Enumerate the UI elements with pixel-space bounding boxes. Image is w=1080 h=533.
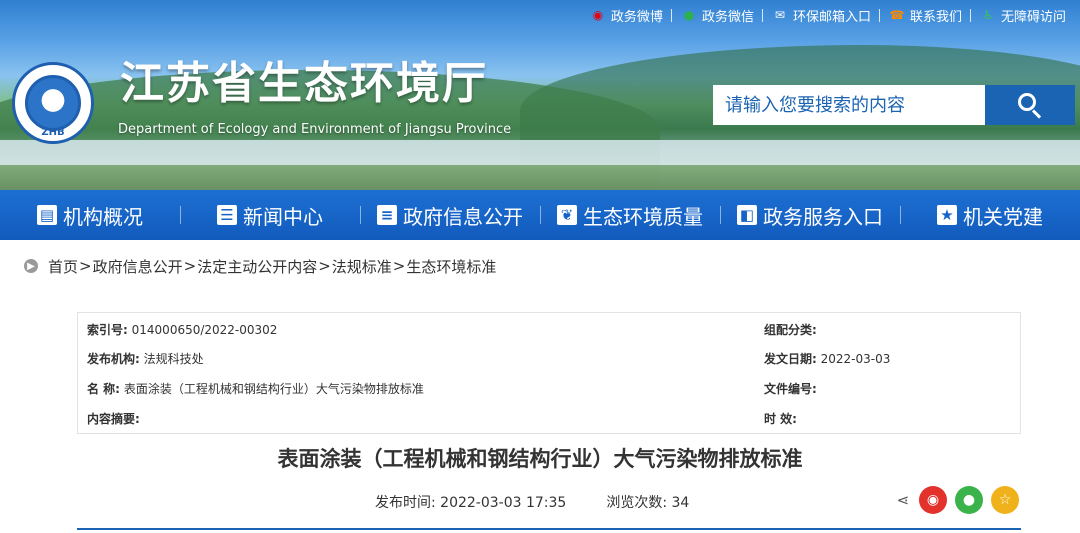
doc-number-label: 文件编号: [764,382,817,396]
nav-item-gov-info[interactable]: ≡ 政府信息公开 [360,190,540,240]
publisher-label: 发布机构: [87,352,140,366]
name-value: 表面涂装（工程机械和钢结构行业）大气污染物排放标准 [123,382,424,396]
book-icon: ◧ [737,205,757,225]
search-button[interactable] [985,85,1075,125]
publish-time-label: 发布时间: [375,495,436,511]
index-value: 014000650/2022-00302 [131,323,278,337]
party-emblem-icon: ★ [937,205,957,225]
divider [77,528,1021,530]
index-label: 索引号: [87,323,128,337]
meta-row: 名 称: 表面涂装（工程机械和钢结构行业）大气污染物排放标准 文件编号: [78,380,1020,400]
article-info: 发布时间: 2022-03-03 17:35 浏览次数: 34 [375,492,689,512]
search-input[interactable] [713,85,985,125]
search-icon [1018,93,1042,119]
summary-label: 内容摘要: [87,412,140,426]
breadcrumb-statutory[interactable]: 法定主动公开内容 [197,256,317,277]
publish-time: 2022-03-03 17:35 [440,495,567,511]
views-count: 34 [671,495,690,511]
document-metadata: 索引号: 014000650/2022-00302 组配分类: 发布机构: 法规… [77,312,1021,434]
header-banner: ◉ 政务微博 ● 政务微信 ✉ 环保邮箱入口 ☎ 联系我们 ♿ 无障碍访问 ZHB 江苏省… [0,0,1080,190]
phone-icon: ☎ [889,8,905,22]
publisher-value: 法规科技处 [143,352,204,366]
newspaper-icon: ☰ [217,205,237,225]
mail-icon: ✉ [774,8,785,22]
article-title: 表面涂装（工程机械和钢结构行业）大气污染物排放标准 [277,447,803,471]
breadcrumb-gov-info[interactable]: 政府信息公开 [93,256,183,277]
share-weibo-icon[interactable]: ◉ [919,486,947,514]
meta-row: 发布机构: 法规科技处 发文日期: 2022-03-03 [78,350,1020,370]
list-icon: ≡ [377,205,397,225]
leaf-icon: ❦ [557,205,577,225]
breadcrumb: ▶ 首页 > 政府信息公开 > 法定主动公开内容 > 法规标准 > 生态环境标准 [24,256,496,276]
top-link-contact[interactable]: ☎ 联系我们 [880,6,970,25]
nav-item-news[interactable]: ☰ 新闻中心 [180,190,360,240]
main-nav: ▤ 机构概况 ☰ 新闻中心 ≡ 政府信息公开 ❦ 生态环境质量 ◧ 政务服务入口 ★ 机关党… [0,190,1080,240]
nav-item-about[interactable]: ▤ 机构概况 [0,190,180,240]
logo-emblem [25,75,81,131]
weibo-icon: ◉ [592,8,604,22]
issue-date-value: 2022-03-03 [820,352,891,366]
breadcrumb-home[interactable]: 首页 [48,256,78,277]
category-label: 组配分类: [764,323,817,337]
top-link-weibo[interactable]: ◉ 政务微博 [581,6,671,25]
site-logo[interactable]: ZHB [12,62,94,144]
share-bar: ⋖ ◉ ● ☆ [895,486,1019,514]
location-icon: ▶ [24,259,38,273]
views-label: 浏览次数: [606,495,668,511]
logo-text: ZHB [41,127,65,138]
accessibility-icon: ♿ [982,8,994,22]
wechat-icon: ● [683,8,695,22]
search-bar [713,85,1075,125]
nav-item-party[interactable]: ★ 机关党建 [900,190,1080,240]
top-links: ◉ 政务微博 ● 政务微信 ✉ 环保邮箱入口 ☎ 联系我们 ♿ 无障碍访问 [581,6,1074,25]
breadcrumb-standards[interactable]: 生态环境标准 [406,256,496,277]
share-wechat-icon[interactable]: ● [955,486,983,514]
breadcrumb-regulations[interactable]: 法规标准 [332,256,392,277]
top-link-mail[interactable]: ✉ 环保邮箱入口 [763,6,879,25]
favorite-star-icon[interactable]: ☆ [991,486,1019,514]
top-link-wechat[interactable]: ● 政务微信 [672,6,762,25]
site-title: 江苏省生态环境厅 [120,58,488,109]
site-subtitle: Department of Ecology and Environment of… [118,122,512,137]
nav-item-services[interactable]: ◧ 政务服务入口 [720,190,900,240]
validity-label: 时 效: [764,412,797,426]
banner-shore [0,165,1080,190]
top-link-accessibility[interactable]: ♿ 无障碍访问 [971,6,1074,25]
document-icon: ▤ [37,205,57,225]
nav-item-env-quality[interactable]: ❦ 生态环境质量 [540,190,720,240]
name-label: 名 称: [87,382,120,396]
meta-row: 内容摘要: 时 效: [78,410,1020,430]
issue-date-label: 发文日期: [764,352,817,366]
meta-row: 索引号: 014000650/2022-00302 组配分类: [78,321,1020,341]
share-icon: ⋖ [896,491,910,509]
